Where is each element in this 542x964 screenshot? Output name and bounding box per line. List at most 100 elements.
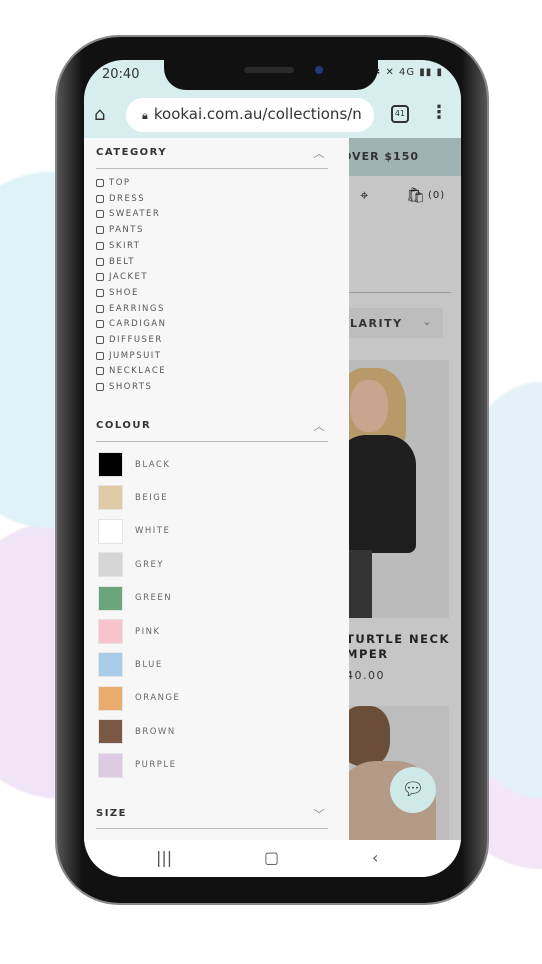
colour-swatch[interactable]: [98, 619, 123, 644]
more-menu-icon[interactable]: ⋮: [430, 102, 448, 123]
tab-switcher-button[interactable]: 41: [391, 105, 409, 123]
phone-screen: 20:40 ✉ ✱ ✕ 4G ▮▮ ▮ ⌂ 🔒︎ kookai.com.au/co…: [84, 60, 461, 877]
category-label: NECKLACE: [109, 366, 167, 377]
url-bar[interactable]: 🔒︎ kookai.com.au/collections/n: [126, 98, 374, 132]
colour-option[interactable]: PURPLE: [98, 752, 177, 778]
colour-label: BLUE: [135, 659, 163, 670]
checkbox[interactable]: [96, 336, 104, 344]
colour-swatch[interactable]: [98, 485, 123, 511]
back-icon[interactable]: ‹: [372, 848, 378, 867]
checkbox[interactable]: [96, 367, 104, 376]
checkbox[interactable]: [96, 257, 104, 266]
sort-value: LARITY: [350, 317, 403, 330]
colour-option[interactable]: BEIGE: [98, 485, 168, 511]
colour-swatch[interactable]: [98, 685, 123, 711]
checkbox[interactable]: [96, 288, 104, 297]
filter-drawer: CATEGORY ︿ TOP DRESS SWEATER PANTS SKIRT BELT J…: [84, 138, 349, 840]
url-text: kookai.com.au/collections/n: [153, 105, 362, 123]
category-option[interactable]: CARDIGAN: [96, 319, 166, 329]
colour-swatch[interactable]: [98, 518, 123, 544]
colour-swatch[interactable]: [98, 719, 123, 745]
colour-label: BLACK: [135, 459, 171, 470]
checkbox[interactable]: [96, 241, 104, 250]
category-header[interactable]: CATEGORY ︿: [96, 147, 328, 160]
cart-count[interactable]: (0): [428, 190, 445, 201]
cart-icon[interactable]: 🛍︎: [406, 186, 425, 204]
divider: [96, 168, 328, 169]
category-label: PANTS: [109, 225, 144, 236]
product-name-line: MPER: [346, 647, 389, 661]
status-time: 20:40: [102, 67, 140, 82]
chevron-up-icon: ︿: [313, 147, 326, 160]
colour-label: BROWN: [135, 726, 176, 737]
colour-label: PINK: [135, 626, 161, 637]
colour-header[interactable]: COLOUR ︿: [96, 420, 328, 433]
category-option[interactable]: NECKLACE: [96, 366, 166, 376]
category-option[interactable]: SHORTS: [96, 382, 152, 392]
chevron-down-icon: ⌄: [422, 315, 433, 328]
category-label: BELT: [109, 256, 135, 267]
size-header[interactable]: SIZE ﹀: [96, 808, 328, 821]
category-label: SHOE: [109, 287, 139, 298]
chevron-up-icon: ︿: [313, 420, 326, 433]
checkbox[interactable]: [96, 351, 104, 360]
divider: [346, 292, 451, 293]
home-icon[interactable]: ⌂: [94, 104, 105, 125]
category-option[interactable]: DRESS: [96, 194, 145, 204]
category-label: EARRINGS: [109, 303, 165, 314]
category-option[interactable]: JACKET: [96, 272, 148, 282]
category-option[interactable]: JUMPSUIT: [96, 351, 162, 361]
product-name[interactable]: TURTLE NECK MPER: [346, 632, 450, 662]
colour-swatch[interactable]: [98, 452, 123, 477]
category-label: JACKET: [109, 272, 149, 283]
colour-swatch[interactable]: [98, 585, 123, 611]
checkbox[interactable]: [96, 383, 104, 392]
category-option[interactable]: TOP: [96, 178, 131, 188]
product-image[interactable]: [346, 360, 449, 618]
colour-swatch[interactable]: [98, 552, 123, 578]
category-label: CARDIGAN: [109, 319, 167, 330]
category-label: DIFFUSER: [109, 335, 163, 345]
category-option[interactable]: SWEATER: [96, 209, 160, 219]
colour-swatch[interactable]: [98, 652, 123, 678]
colour-swatch[interactable]: [98, 752, 123, 778]
checkbox[interactable]: [96, 304, 104, 313]
lock-icon: 🔒︎: [142, 109, 148, 122]
checkbox[interactable]: [96, 320, 104, 329]
chat-icon: 💬︎: [401, 779, 425, 800]
colour-title: COLOUR: [96, 420, 152, 431]
colour-option[interactable]: BROWN: [98, 719, 176, 745]
colour-option[interactable]: ORANGE: [98, 685, 180, 711]
checkbox[interactable]: [96, 194, 104, 203]
chevron-down-icon: ﹀: [313, 808, 326, 821]
category-label: JUMPSUIT: [109, 350, 162, 361]
checkbox[interactable]: [96, 226, 104, 235]
checkbox[interactable]: [96, 179, 104, 187]
colour-option[interactable]: PINK: [98, 619, 161, 644]
colour-option[interactable]: BLUE: [98, 652, 163, 678]
colour-option[interactable]: GREY: [98, 552, 164, 578]
colour-option[interactable]: GREEN: [98, 585, 172, 611]
size-title: SIZE: [96, 808, 128, 819]
recent-apps-icon[interactable]: |||: [156, 848, 172, 867]
product-price: 40.00: [346, 669, 385, 682]
checkbox[interactable]: [96, 273, 104, 282]
camera: [315, 66, 323, 74]
category-label: TOP: [109, 178, 131, 188]
category-option[interactable]: DIFFUSER: [96, 335, 163, 345]
location-icon[interactable]: ⌖: [360, 186, 368, 204]
category-option[interactable]: EARRINGS: [96, 304, 165, 314]
sort-select[interactable]: LARITY ⌄: [346, 308, 443, 338]
colour-label: PURPLE: [135, 760, 177, 771]
category-option[interactable]: BELT: [96, 257, 135, 267]
category-label: SKIRT: [109, 240, 141, 251]
colour-option[interactable]: WHITE: [98, 518, 170, 544]
category-label: DRESS: [109, 193, 146, 204]
checkbox[interactable]: [96, 210, 104, 219]
chat-button[interactable]: 💬︎: [390, 767, 436, 813]
home-button-icon[interactable]: ▢: [264, 848, 279, 867]
category-option[interactable]: SHOE: [96, 288, 139, 298]
category-option[interactable]: PANTS: [96, 225, 144, 235]
category-option[interactable]: SKIRT: [96, 241, 140, 251]
colour-option[interactable]: BLACK: [98, 452, 170, 477]
